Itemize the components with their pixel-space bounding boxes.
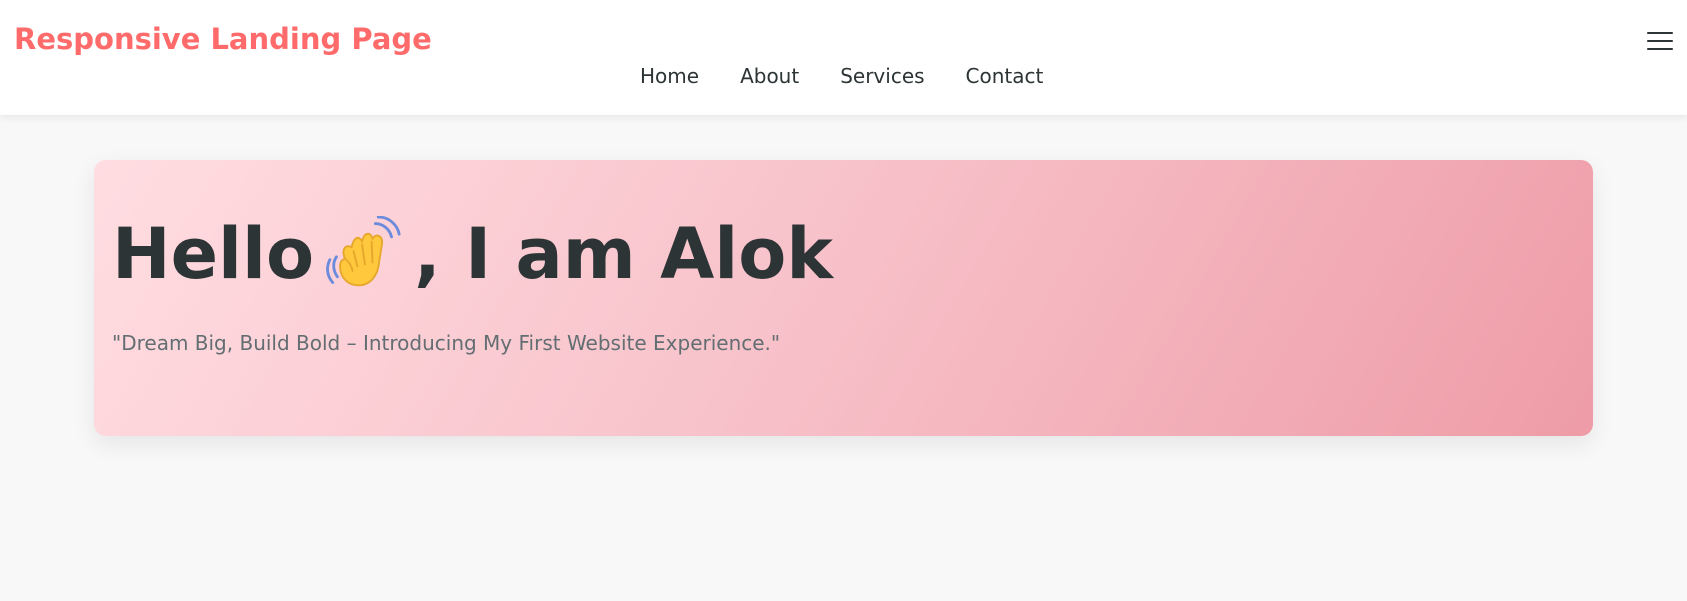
nav-services-link[interactable]: Services — [840, 64, 924, 88]
hero-title-name: , I am Alok — [414, 213, 833, 295]
waving-hand-icon — [326, 216, 402, 292]
menu-icon-bar-top — [1647, 32, 1673, 34]
hero-banner: Hello , I am Alok "Dream Big, Build Bold… — [94, 160, 1593, 436]
hero-title-greeting: Hello — [112, 213, 315, 295]
top-navbar: Responsive Landing Page Home About Servi… — [0, 0, 1687, 115]
main-navigation: Home About Services Contact — [640, 64, 1043, 88]
brand-logo[interactable]: Responsive Landing Page — [14, 22, 432, 57]
nav-home-link[interactable]: Home — [640, 64, 699, 88]
hero-title: Hello , I am Alok — [112, 216, 833, 292]
hero-subtitle: "Dream Big, Build Bold – Introducing My … — [112, 331, 781, 355]
menu-icon-bar-bottom — [1647, 48, 1673, 50]
menu-icon-bar-middle — [1647, 40, 1673, 42]
nav-contact-link[interactable]: Contact — [966, 64, 1044, 88]
menu-icon[interactable] — [1647, 28, 1673, 54]
nav-about-link[interactable]: About — [740, 64, 799, 88]
